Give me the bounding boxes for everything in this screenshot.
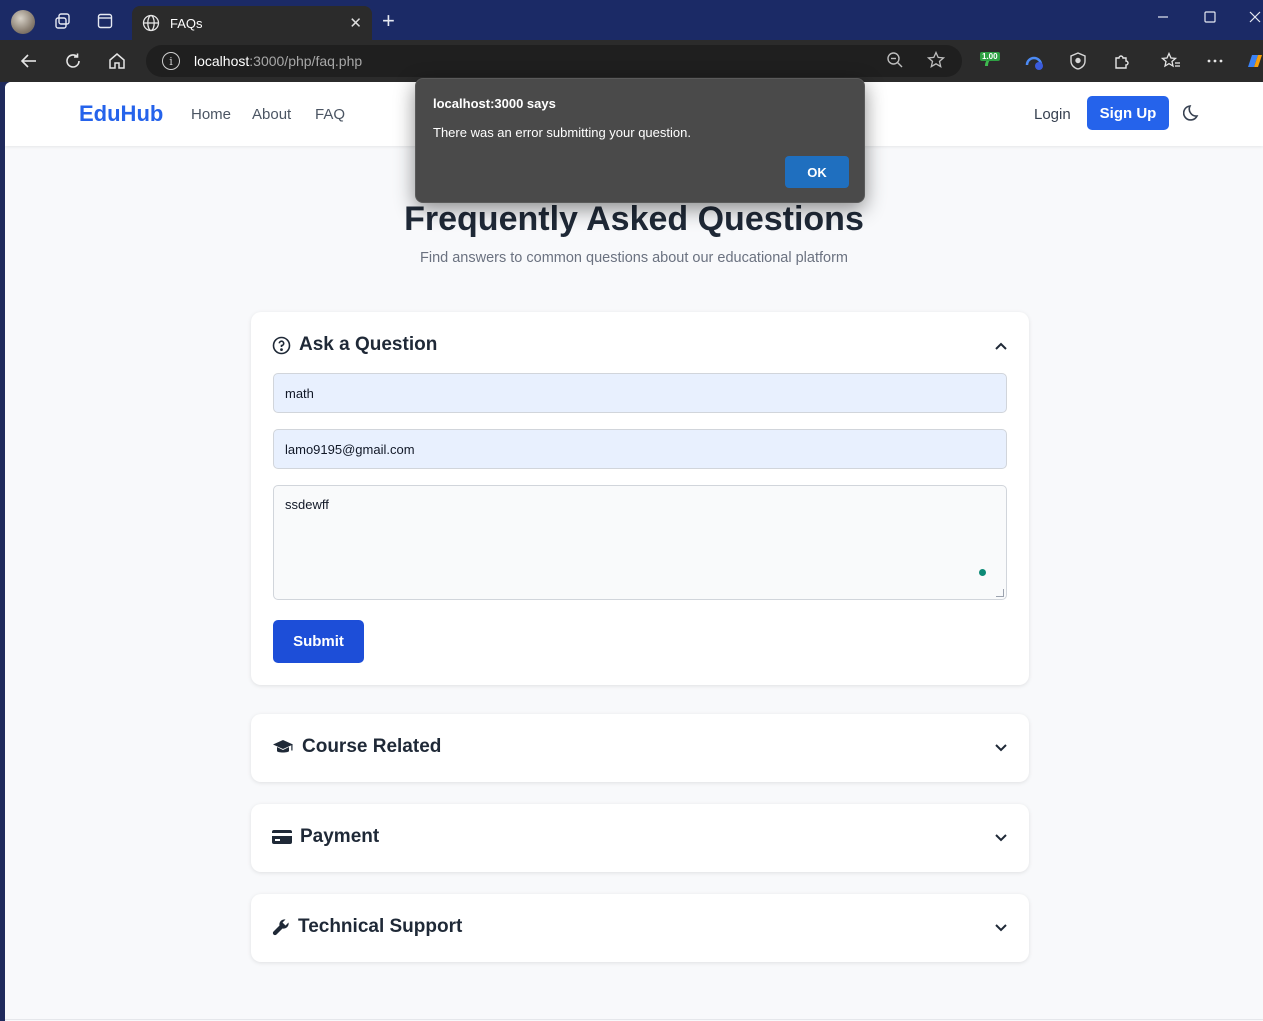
email-input[interactable]: lamo9195@gmail.com [273,429,1007,469]
active-tab[interactable]: FAQs ✕ [132,6,372,40]
tab-actions-icon[interactable] [94,10,116,32]
alert-title: localhost:3000 says [433,96,556,111]
course-related-title: Course Related [302,736,442,757]
dark-mode-moon-icon[interactable] [1183,104,1201,122]
submit-button[interactable]: Submit [273,620,364,663]
back-icon[interactable] [18,50,40,72]
chevron-down-icon[interactable] [993,740,1009,756]
tab-title: FAQs [170,15,203,31]
close-tab-icon[interactable]: ✕ [349,14,362,32]
login-link[interactable]: Login [1034,106,1071,123]
extension-badge: 1.00 [980,52,1000,61]
page-title: Frequently Asked Questions [404,200,864,238]
question-textarea-value: ssdewff [285,497,329,512]
extensions-puzzle-icon[interactable] [1111,50,1133,72]
nav-link-about[interactable]: About [252,106,291,123]
footer-divider [5,1019,1263,1020]
shield-icon[interactable] [1067,50,1089,72]
address-bar[interactable]: i localhost:3000/php/faq.php [146,45,962,77]
wrench-icon [272,918,290,936]
home-icon[interactable] [106,50,128,72]
ask-question-title: Ask a Question [299,334,438,355]
nav-link-home[interactable]: Home [191,106,231,123]
minimize-icon[interactable] [1157,10,1169,28]
workspaces-icon[interactable] [52,10,74,32]
payment-header[interactable]: Payment [272,826,379,848]
resize-handle[interactable] [996,589,1004,597]
browser-toolbar: i localhost:3000/php/faq.php [0,40,1263,82]
ask-question-card: Ask a Question math lamo9195@gmail.com s… [251,312,1029,685]
technical-support-header[interactable]: Technical Support [272,916,462,938]
browser-titlebar: FAQs ✕ + [0,0,1263,40]
grammar-check-indicator[interactable] [979,569,986,576]
maximize-icon[interactable] [1204,10,1216,28]
favorites-icon[interactable] [1160,50,1182,72]
credit-card-icon [272,829,292,845]
technical-support-title: Technical Support [298,916,463,937]
chevron-down-icon[interactable] [993,830,1009,846]
favorite-star-icon[interactable] [926,50,946,74]
close-window-icon[interactable] [1249,10,1261,28]
faq-section-technical-support[interactable]: Technical Support [251,894,1029,962]
faq-section-payment[interactable]: Payment [251,804,1029,872]
more-menu-icon[interactable] [1204,50,1226,72]
globe-icon [142,14,160,32]
question-textarea[interactable]: ssdewff [273,485,1007,600]
alert-dialog: localhost:3000 says There was an error s… [415,78,865,203]
copilot-icon[interactable] [1243,50,1263,72]
chevron-up-icon[interactable] [993,338,1009,354]
url-host: localhost [194,53,250,69]
chevron-down-icon[interactable] [993,920,1009,936]
zoom-icon[interactable] [886,51,904,74]
signup-button[interactable]: Sign Up [1087,96,1169,130]
graduation-cap-icon [272,738,294,756]
course-related-header[interactable]: Course Related [272,736,441,758]
new-tab-icon[interactable]: + [382,10,395,32]
url-path: :3000/php/faq.php [249,53,363,69]
nav-link-faq[interactable]: FAQ [315,106,345,123]
payment-title: Payment [300,826,380,847]
site-info-icon[interactable]: i [162,52,180,70]
brand-logo[interactable]: EduHub [79,101,163,127]
question-circle-icon [272,336,291,355]
faq-section-course-related[interactable]: Course Related [251,714,1029,782]
subject-input[interactable]: math [273,373,1007,413]
alert-ok-button[interactable]: OK [785,156,849,188]
alert-message: There was an error submitting your quest… [433,125,691,140]
refresh-icon[interactable] [62,50,84,72]
speed-extension-icon[interactable] [1023,50,1045,72]
page-viewport: EduHub Home About FAQ Login Sign Up Freq… [5,82,1263,1021]
page-subtitle: Find answers to common questions about o… [420,250,848,266]
profile-avatar[interactable] [11,10,35,34]
ask-question-header[interactable]: Ask a Question [272,334,437,356]
